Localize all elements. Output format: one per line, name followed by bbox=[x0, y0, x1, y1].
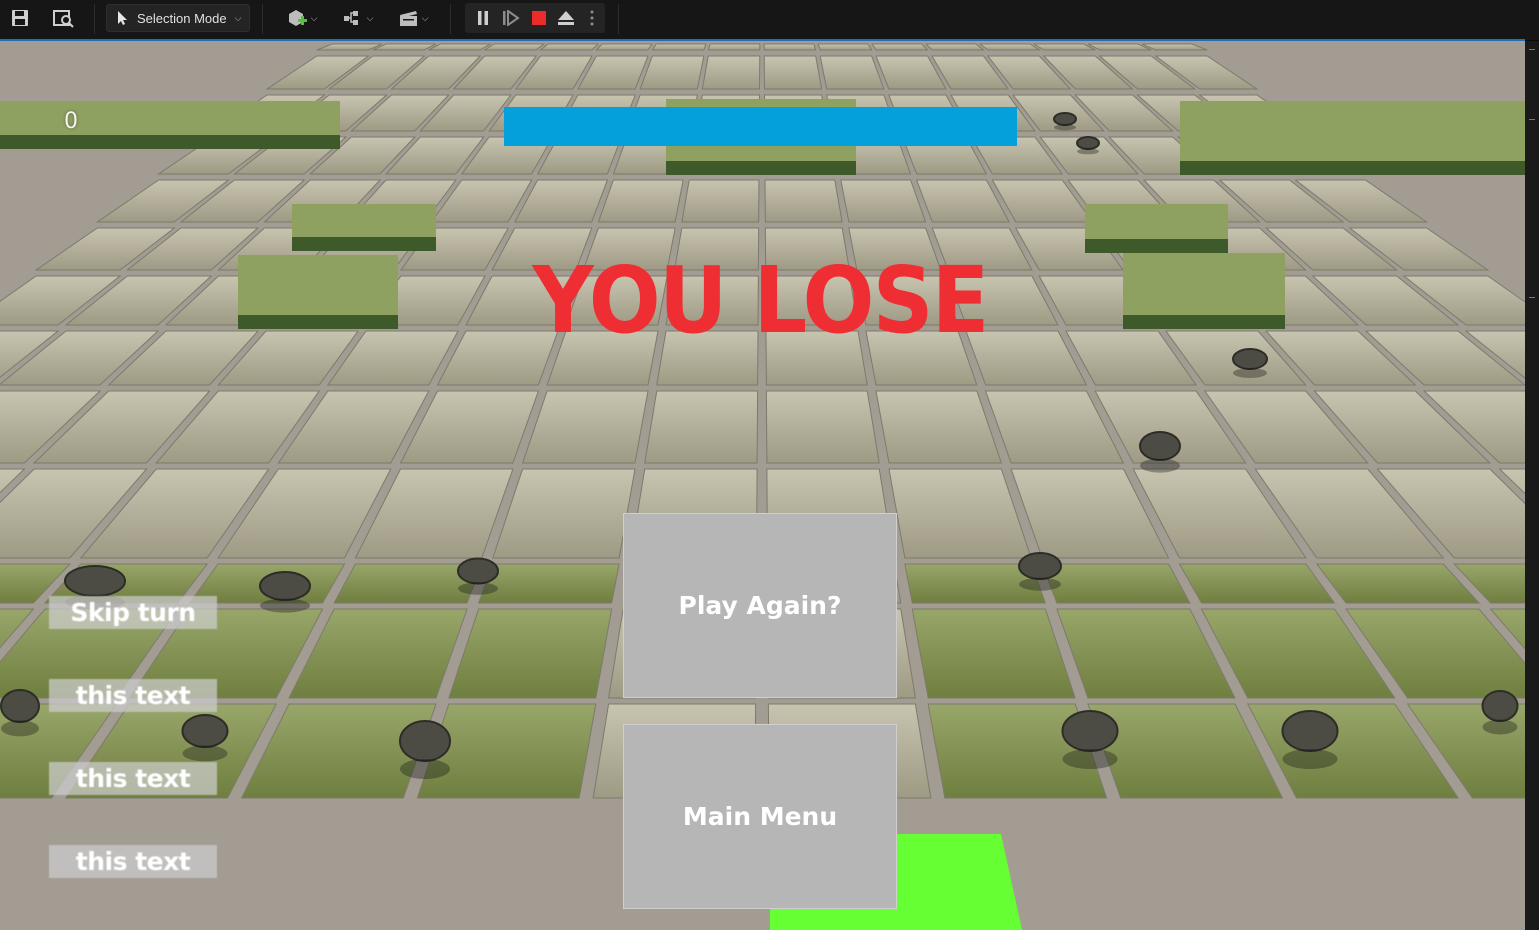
cinematics-icon[interactable]: ⌵ bbox=[393, 4, 433, 32]
toolbar-separator bbox=[450, 4, 451, 34]
blueprint-icon[interactable]: ⌵ bbox=[338, 4, 378, 32]
side-button-4[interactable]: this text bbox=[49, 845, 217, 878]
toolbar-separator bbox=[618, 4, 619, 34]
chevron-down-icon: ⌵ bbox=[234, 12, 242, 23]
you-lose-text: YOU LOSE bbox=[532, 247, 989, 354]
editor-toolbar: Selection Mode ⌵ ⌵ ⌵ ⌵ bbox=[0, 0, 1539, 41]
main-menu-button[interactable]: Main Menu bbox=[623, 724, 897, 909]
score-counter: 0 bbox=[64, 109, 78, 134]
cursor-icon bbox=[118, 11, 127, 25]
play-again-button[interactable]: Play Again? bbox=[623, 513, 897, 698]
right-panel-strip bbox=[1525, 41, 1539, 930]
save-icon[interactable] bbox=[8, 4, 32, 32]
more-icon[interactable] bbox=[585, 4, 599, 32]
chevron-down-icon: ⌵ bbox=[310, 12, 318, 23]
top-status-bar bbox=[504, 107, 1017, 146]
chevron-down-icon: ⌵ bbox=[421, 12, 429, 23]
selection-mode-label: Selection Mode bbox=[137, 10, 227, 26]
browse-icon[interactable] bbox=[52, 4, 76, 32]
side-button-3[interactable]: this text bbox=[49, 762, 217, 795]
toolbar-separator bbox=[262, 4, 263, 34]
chevron-down-icon: ⌵ bbox=[366, 12, 374, 23]
toolbar-separator bbox=[94, 4, 95, 34]
step-icon[interactable] bbox=[501, 4, 521, 32]
eject-icon[interactable] bbox=[555, 4, 577, 32]
side-button-2[interactable]: this text bbox=[49, 679, 217, 712]
add-actor-icon[interactable]: ⌵ bbox=[282, 4, 322, 32]
selection-mode-dropdown[interactable]: Selection Mode ⌵ bbox=[106, 4, 250, 32]
play-controls bbox=[465, 3, 605, 33]
pause-icon[interactable] bbox=[473, 4, 493, 32]
skip-turn-button[interactable]: Skip turn bbox=[49, 596, 217, 629]
stop-icon[interactable] bbox=[529, 4, 549, 32]
